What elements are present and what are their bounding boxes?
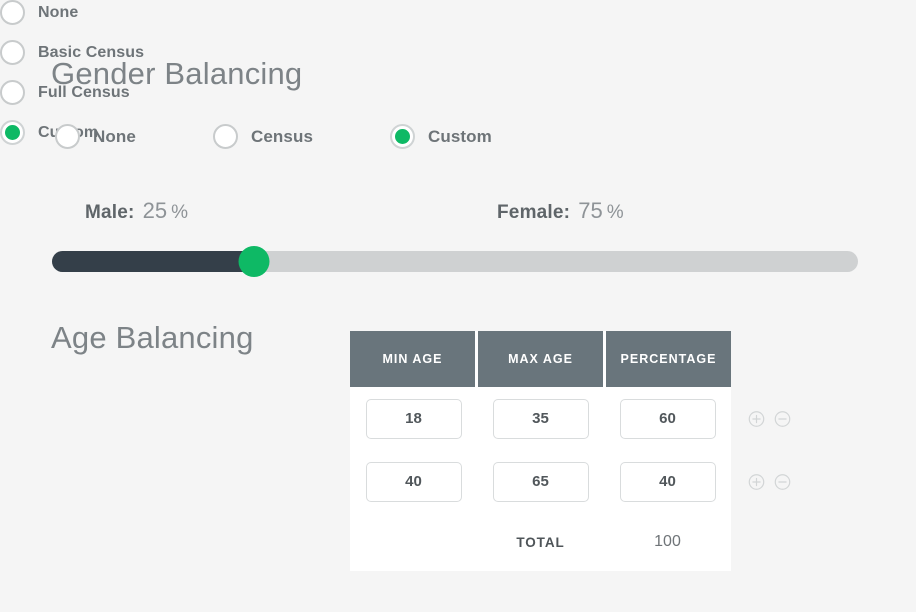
- radio-circle-icon[interactable]: [0, 0, 25, 25]
- table-header-row: MIN AGE MAX AGE PERCENTAGE: [350, 331, 731, 387]
- gender-balancing-radio-group: None Census Custom: [55, 124, 492, 149]
- female-value: 75: [578, 198, 603, 223]
- circle-minus-icon[interactable]: [774, 410, 791, 427]
- female-unit: %: [606, 202, 624, 223]
- slider-fill: [52, 251, 254, 272]
- radio-circle-selected-icon[interactable]: [0, 120, 25, 145]
- table-total-row: TOTAL 100: [350, 513, 731, 571]
- cell-percentage: [604, 461, 731, 502]
- total-value: 100: [654, 533, 681, 550]
- age-distribution-table: MIN AGE MAX AGE PERCENTAGE 18 35 60 40 6…: [350, 331, 791, 571]
- gender-option-custom[interactable]: Custom: [390, 124, 492, 149]
- age-option-none-label: None: [38, 3, 79, 21]
- male-percentage: Male: 25 %: [85, 198, 188, 224]
- row-actions-row-2: [748, 473, 791, 490]
- female-percentage: Female: 75 %: [497, 198, 624, 224]
- male-value: 25: [142, 198, 168, 223]
- min-age-input-row-2[interactable]: [365, 461, 462, 502]
- radio-circle-icon[interactable]: [213, 124, 238, 149]
- male-unit: %: [171, 202, 188, 223]
- radio-circle-icon[interactable]: [0, 40, 25, 65]
- percentage-input-row-1[interactable]: [619, 398, 716, 439]
- row-actions-row-1: [748, 410, 791, 427]
- total-label: TOTAL: [516, 534, 565, 550]
- radio-circle-selected-icon[interactable]: [390, 124, 415, 149]
- circle-plus-icon[interactable]: [748, 410, 765, 427]
- age-balancing-title: Age Balancing: [51, 320, 254, 355]
- gender-balancing-title: Gender Balancing: [51, 56, 303, 91]
- gender-option-census[interactable]: Census: [213, 124, 390, 149]
- radio-circle-icon[interactable]: [55, 124, 80, 149]
- circle-plus-icon[interactable]: [748, 473, 765, 490]
- settings-panel: Gender Balancing None Census Custom Male…: [0, 0, 916, 612]
- column-header-min-age: MIN AGE: [350, 331, 475, 387]
- cell-percentage: [604, 398, 731, 439]
- gender-option-census-label: Census: [251, 126, 314, 146]
- cell-max-age: [477, 461, 604, 502]
- gender-option-none[interactable]: None: [55, 124, 213, 149]
- table-row: [350, 387, 791, 450]
- gender-option-custom-label: Custom: [428, 126, 492, 146]
- male-label: Male:: [85, 202, 135, 223]
- percentage-input-row-2[interactable]: [619, 461, 716, 502]
- max-age-input-row-2[interactable]: [492, 461, 589, 502]
- max-age-input-row-1[interactable]: [492, 398, 589, 439]
- gender-balance-slider[interactable]: [52, 246, 858, 277]
- table-row: [350, 450, 791, 513]
- column-header-percentage: PERCENTAGE: [603, 331, 731, 387]
- column-header-max-age: MAX AGE: [475, 331, 603, 387]
- radio-circle-icon[interactable]: [0, 80, 25, 105]
- slider-thumb[interactable]: [238, 246, 269, 277]
- female-label: Female:: [497, 202, 571, 223]
- circle-minus-icon[interactable]: [774, 473, 791, 490]
- cell-min-age: [350, 398, 477, 439]
- age-option-none[interactable]: None: [0, 0, 916, 25]
- cell-min-age: [350, 461, 477, 502]
- gender-option-none-label: None: [93, 126, 136, 146]
- min-age-input-row-1[interactable]: [365, 398, 462, 439]
- cell-max-age: [477, 398, 604, 439]
